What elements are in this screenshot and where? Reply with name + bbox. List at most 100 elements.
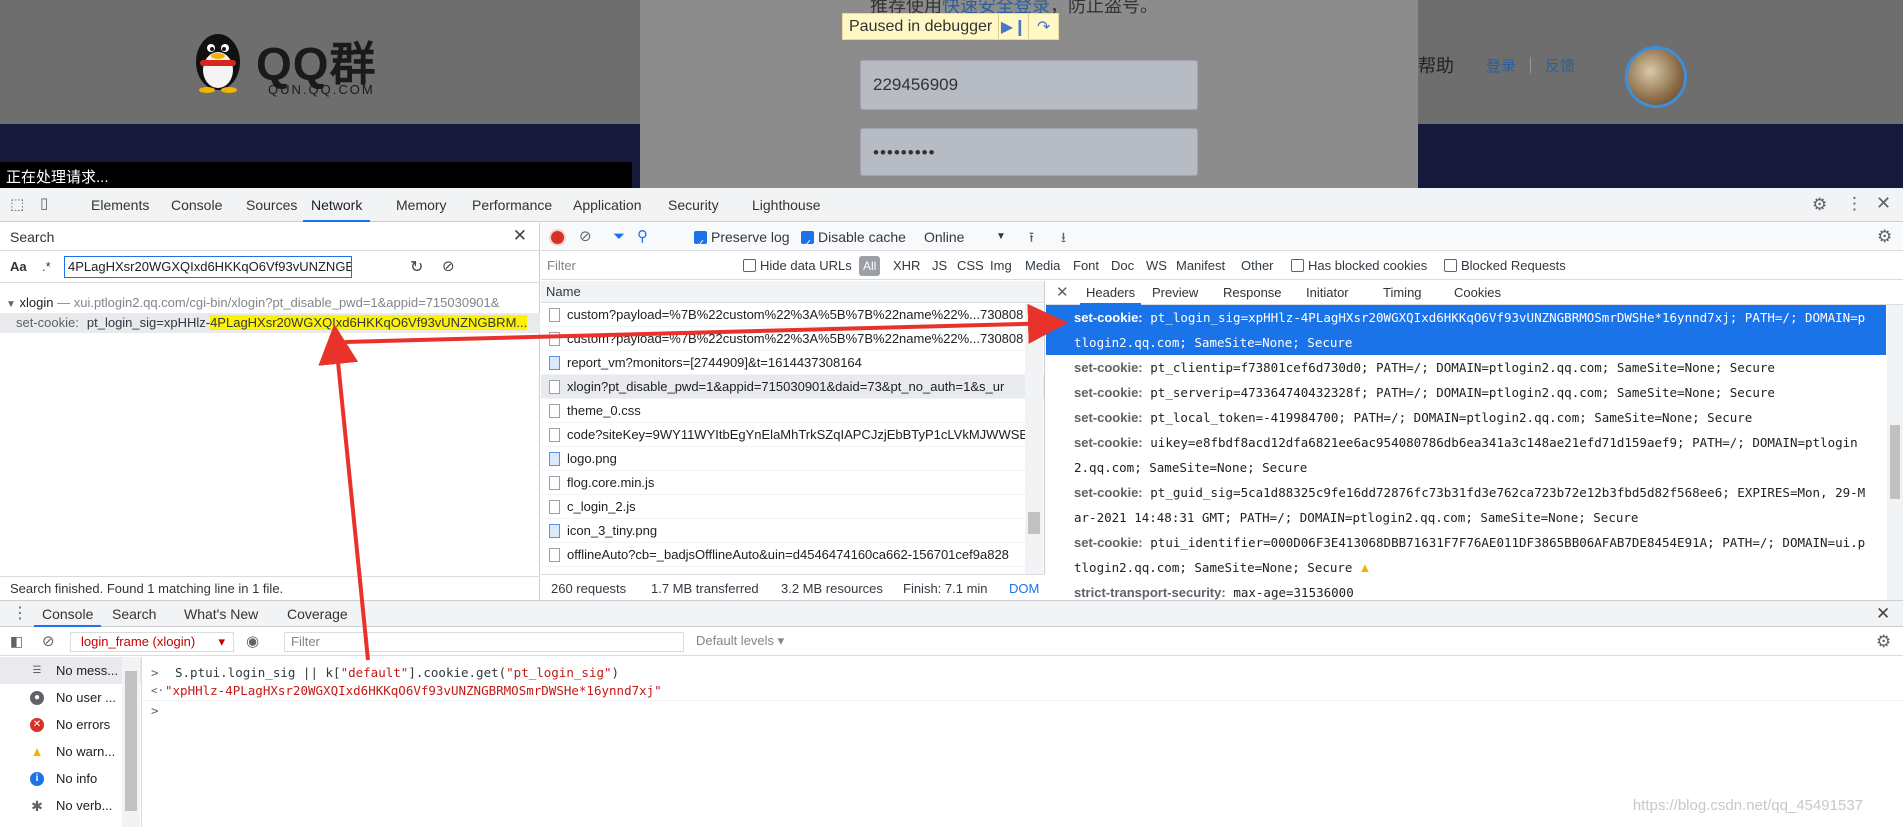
- expand-triangle-icon[interactable]: ▼: [6, 299, 16, 310]
- request-row[interactable]: logo.png: [541, 447, 1044, 471]
- search-input[interactable]: 4PLagHXsr20WGXQIxd6HKKqO6Vf93vUNZNGB: [64, 256, 352, 278]
- tab-network[interactable]: Network: [303, 188, 371, 222]
- type-filter-js[interactable]: JS: [932, 252, 947, 280]
- search-icon[interactable]: ⚲: [637, 223, 648, 251]
- preserve-log-checkbox[interactable]: Preserve log: [694, 223, 790, 258]
- sidebar-item-user[interactable]: ● No user ...: [0, 684, 141, 711]
- network-filter-input[interactable]: Filter: [547, 252, 727, 280]
- blocked-requests-checkbox[interactable]: Blocked Requests: [1444, 252, 1566, 280]
- type-filter-xhr[interactable]: XHR: [893, 252, 920, 280]
- tab-sources[interactable]: Sources: [246, 188, 297, 222]
- sidebar-item-warnings[interactable]: ▲ No warn...: [0, 738, 141, 765]
- type-filter-font[interactable]: Font: [1073, 252, 1099, 280]
- device-toolbar-icon[interactable]: ▯: [40, 196, 48, 211]
- tab-console[interactable]: Console: [171, 188, 222, 222]
- record-icon[interactable]: [551, 223, 564, 251]
- avatar[interactable]: [1625, 46, 1687, 108]
- request-row[interactable]: offlineAuto?cb=_badjsOfflineAuto&uin=d45…: [541, 543, 1044, 567]
- nav-feedback[interactable]: 反馈: [1531, 55, 1589, 76]
- type-filter-img[interactable]: Img: [990, 252, 1012, 280]
- regex-toggle[interactable]: .*: [42, 259, 51, 274]
- drawer-tab-whats-new[interactable]: What's New: [184, 601, 258, 627]
- nav-login[interactable]: 登录: [1472, 55, 1530, 76]
- tab-application[interactable]: Application: [573, 188, 642, 222]
- type-filter-manifest[interactable]: Manifest: [1176, 252, 1225, 280]
- eye-icon[interactable]: ◉: [246, 632, 259, 650]
- qq-group-logo[interactable]: QQ群 QUN.QQ.COM: [188, 26, 398, 98]
- type-filter-css[interactable]: CSS: [957, 252, 984, 280]
- response-header-row-selected[interactable]: set-cookie: pt_login_sig=xpHHlz-4PLagHXs…: [1046, 305, 1886, 355]
- close-search-icon[interactable]: ✕: [513, 226, 527, 246]
- has-blocked-cookies-checkbox[interactable]: Has blocked cookies: [1291, 252, 1427, 280]
- console-settings-gear-icon[interactable]: ⚙: [1876, 632, 1891, 652]
- inspect-element-icon[interactable]: ⬚: [10, 197, 24, 212]
- nav-help[interactable]: 帮助: [1418, 52, 1454, 78]
- more-vertical-icon[interactable]: ⋮: [1846, 195, 1863, 212]
- settings-gear-icon[interactable]: ⚙: [1812, 196, 1827, 213]
- clear-log-icon[interactable]: ⊘: [579, 223, 592, 251]
- hide-data-urls-checkbox[interactable]: Hide data URLs: [743, 252, 852, 280]
- sidebar-toggle-icon[interactable]: ◧: [10, 633, 23, 650]
- console-command[interactable]: > S.ptui.login_sig || k["default"].cookie…: [143, 663, 1903, 683]
- search-result-file[interactable]: ▼ xlogin — xui.ptlogin2.qq.com/cgi-bin/x…: [6, 295, 536, 310]
- tab-response[interactable]: Response: [1223, 281, 1282, 305]
- clear-console-icon[interactable]: ⊘: [42, 632, 55, 650]
- tab-headers[interactable]: Headers: [1080, 281, 1142, 305]
- response-header-row[interactable]: set-cookie: ptui_identifier=000D06F3E413…: [1046, 530, 1886, 580]
- request-row[interactable]: flog.core.min.js: [541, 471, 1044, 495]
- export-har-icon[interactable]: ⭳: [1061, 223, 1066, 251]
- network-settings-gear-icon[interactable]: ⚙: [1877, 223, 1892, 251]
- tab-elements[interactable]: Elements: [91, 188, 149, 222]
- request-row[interactable]: c_login_2.js: [541, 495, 1044, 519]
- console-prompt[interactable]: >: [143, 701, 1903, 721]
- response-header-row[interactable]: set-cookie: pt_guid_sig=5ca1d88325c9fe16…: [1046, 480, 1886, 530]
- response-header-row[interactable]: set-cookie: pt_serverip=473364740432328f…: [1046, 380, 1886, 405]
- request-row-selected[interactable]: xlogin?pt_disable_pwd=1&appid=715030901&…: [541, 375, 1044, 399]
- name-column-header[interactable]: Name: [541, 281, 1044, 303]
- close-detail-icon[interactable]: ✕: [1056, 281, 1069, 305]
- response-header-row[interactable]: set-cookie: pt_clientip=f73801cef6d730d0…: [1046, 355, 1886, 380]
- refresh-icon[interactable]: ↻: [410, 257, 423, 277]
- request-row[interactable]: custom?payload=%7B%22custom%22%3A%5B%7B%…: [541, 303, 1044, 327]
- sidebar-scrollbar[interactable]: [122, 657, 140, 827]
- sidebar-item-messages[interactable]: ☰ No mess...: [0, 657, 141, 684]
- context-select[interactable]: login_frame (xlogin) ▾: [70, 632, 234, 652]
- tab-timing[interactable]: Timing: [1383, 281, 1422, 305]
- resume-icon[interactable]: ▶❙: [998, 14, 1028, 39]
- import-har-icon[interactable]: ⭱: [1029, 223, 1034, 251]
- clear-icon[interactable]: ⊘: [442, 257, 455, 275]
- request-row[interactable]: custom?payload=%7B%22custom%22%3A%5B%7B%…: [541, 327, 1044, 351]
- close-drawer-icon[interactable]: ✕: [1876, 601, 1890, 627]
- tab-cookies[interactable]: Cookies: [1454, 281, 1501, 305]
- type-filter-other[interactable]: Other: [1241, 252, 1274, 280]
- type-filter-ws[interactable]: WS: [1146, 252, 1167, 280]
- response-header-row[interactable]: set-cookie: pt_local_token=-419984700; P…: [1046, 405, 1886, 430]
- drawer-tab-search[interactable]: Search: [112, 601, 156, 627]
- tab-initiator[interactable]: Initiator: [1306, 281, 1349, 305]
- request-row[interactable]: report_vm?monitors=[2744909]&t=161443730…: [541, 351, 1044, 375]
- console-result[interactable]: <· "xpHHlz-4PLagHXsr20WGXQIxd6HKKqO6Vf93v…: [143, 681, 1903, 701]
- username-input[interactable]: 229456909: [860, 60, 1198, 110]
- password-input[interactable]: •••••••••: [860, 128, 1198, 176]
- drawer-tab-console[interactable]: Console: [34, 601, 102, 627]
- drawer-tab-coverage[interactable]: Coverage: [287, 601, 348, 627]
- type-filter-media[interactable]: Media: [1025, 252, 1060, 280]
- drawer-menu-icon[interactable]: ⋮: [12, 601, 28, 627]
- response-header-row[interactable]: set-cookie: uikey=e8fbdf8acd12dfa6821ee6…: [1046, 430, 1886, 480]
- tab-performance[interactable]: Performance: [472, 188, 552, 222]
- request-list-scrollbar[interactable]: [1025, 304, 1043, 574]
- sidebar-item-errors[interactable]: ✕ No errors: [0, 711, 141, 738]
- step-over-icon[interactable]: ↷: [1028, 14, 1058, 39]
- tab-security[interactable]: Security: [668, 188, 719, 222]
- sidebar-item-verbose[interactable]: ✱ No verb...: [0, 792, 141, 819]
- sidebar-item-info[interactable]: i No info: [0, 765, 141, 792]
- match-case-toggle[interactable]: Aa: [10, 259, 27, 274]
- type-filter-all[interactable]: All: [859, 256, 881, 276]
- scrollbar-thumb[interactable]: [1890, 425, 1900, 499]
- tab-preview[interactable]: Preview: [1152, 281, 1198, 305]
- response-header-row[interactable]: strict-transport-security: max-age=31536…: [1046, 580, 1886, 600]
- tab-memory[interactable]: Memory: [396, 188, 447, 222]
- close-devtools-icon[interactable]: ✕: [1876, 194, 1891, 212]
- filter-funnel-icon[interactable]: ⏷: [613, 223, 625, 251]
- console-filter-input[interactable]: Filter: [284, 632, 684, 652]
